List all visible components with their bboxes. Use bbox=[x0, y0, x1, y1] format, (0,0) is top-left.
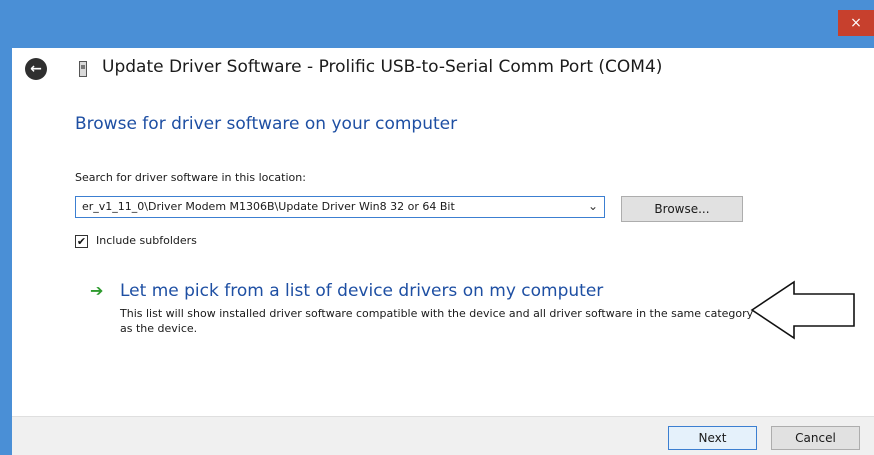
page-heading: Browse for driver software on your compu… bbox=[75, 114, 458, 134]
green-arrow-icon[interactable]: ➔ bbox=[90, 281, 103, 300]
close-icon: × bbox=[850, 15, 862, 31]
back-arrow-icon: ← bbox=[30, 61, 42, 77]
driver-path-combobox[interactable]: er_v1_11_0\Driver Modem M1306B\Update Dr… bbox=[75, 196, 605, 218]
search-location-label: Search for driver software in this locat… bbox=[75, 171, 306, 184]
wizard-content: Browse for driver software on your compu… bbox=[12, 92, 874, 416]
cancel-button[interactable]: Cancel bbox=[771, 426, 860, 450]
driver-path-value[interactable]: er_v1_11_0\Driver Modem M1306B\Update Dr… bbox=[82, 200, 572, 213]
pick-from-list-link[interactable]: Let me pick from a list of device driver… bbox=[120, 281, 603, 301]
next-button[interactable]: Next bbox=[668, 426, 757, 450]
include-subfolders-checkbox[interactable]: ✔ bbox=[75, 235, 88, 248]
close-button[interactable]: × bbox=[838, 10, 874, 36]
dialog-window: × ← Update Driver Software - Prolific US… bbox=[0, 0, 874, 455]
pick-from-list-description: This list will show installed driver sof… bbox=[120, 307, 754, 335]
window-title: Update Driver Software - Prolific USB-to… bbox=[102, 57, 663, 77]
include-subfolders-label[interactable]: Include subfolders bbox=[96, 234, 197, 247]
window-left-border bbox=[0, 0, 12, 455]
left-arrow-annotation-icon bbox=[750, 280, 855, 340]
back-button[interactable]: ← bbox=[25, 58, 47, 80]
wizard-header: ← Update Driver Software - Prolific USB-… bbox=[12, 48, 874, 92]
checkmark-icon: ✔ bbox=[76, 235, 87, 248]
browse-button[interactable]: Browse... bbox=[621, 196, 743, 222]
title-bar: × bbox=[0, 0, 874, 48]
wizard-footer: Next Cancel bbox=[12, 416, 874, 455]
chevron-down-icon[interactable]: ⌄ bbox=[588, 199, 598, 213]
usb-device-icon bbox=[79, 61, 87, 77]
